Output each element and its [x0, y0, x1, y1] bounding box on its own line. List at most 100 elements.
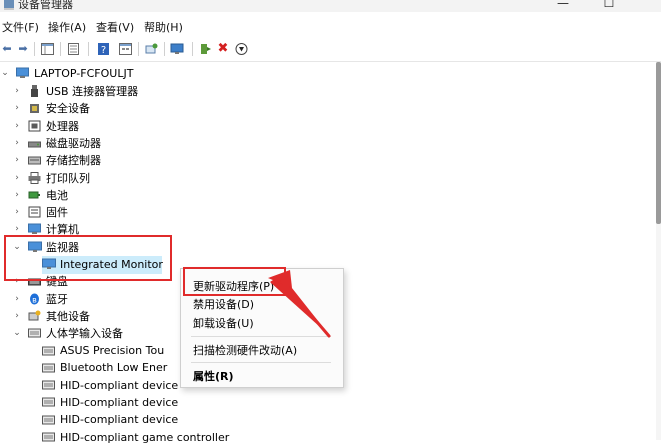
context-menu-separator: [191, 336, 331, 337]
hid-icon: [42, 362, 55, 374]
menu-bar: 文件(F) 操作(A) 查看(V) 帮助(H): [0, 15, 661, 37]
tree-root[interactable]: ⌄ LAPTOP-FCFOULJT: [0, 64, 133, 82]
chevron-down-icon[interactable]: ⌄: [0, 67, 10, 79]
computer-icon: [16, 67, 29, 79]
back-arrow-icon[interactable]: ⬅: [0, 42, 14, 56]
tree-child-item[interactable]: HID-compliant device: [42, 393, 178, 411]
menu-help[interactable]: 帮助(H): [144, 19, 183, 35]
tree-category-item[interactable]: › USB 连接器管理器: [12, 82, 138, 100]
menu-action[interactable]: 操作(A): [48, 19, 86, 35]
hid-icon: [42, 431, 55, 443]
context-menu-separator: [191, 362, 331, 363]
hid-icon: [42, 379, 55, 391]
properties-icon[interactable]: [66, 42, 80, 56]
window-title: 设备管理器: [18, 0, 73, 11]
tree-child-item[interactable]: Bluetooth Low Ener: [42, 359, 167, 377]
annotation-highlight-update-driver: [183, 267, 286, 296]
tree-item-label: USB 连接器管理器: [46, 85, 139, 98]
console-tree-icon[interactable]: [40, 42, 54, 56]
tree-item-label: 存储控制器: [46, 154, 101, 168]
hid-icon: [28, 327, 41, 339]
tree-category-item[interactable]: › ʙ 蓝牙: [12, 290, 68, 308]
scan-icon[interactable]: [144, 42, 158, 56]
menu-file[interactable]: 文件(F): [2, 19, 39, 35]
other-device-icon: [28, 310, 41, 322]
tree-item-label: 人体学输入设备: [46, 327, 123, 341]
bluetooth-icon: ʙ: [28, 293, 41, 305]
maximize-button[interactable]: ☐: [594, 0, 624, 10]
menu-view[interactable]: 查看(V): [96, 19, 134, 35]
tree-category-item[interactable]: › 其他设备: [12, 307, 90, 325]
tree-item-label: 蓝牙: [46, 292, 68, 306]
tree-item-label: Bluetooth Low Ener: [60, 361, 168, 375]
chevron-right-icon[interactable]: ›: [12, 310, 22, 322]
tree-item-label: 固件: [46, 206, 68, 220]
hid-icon: [42, 345, 55, 357]
tree-item-label: HID-compliant device: [60, 413, 179, 427]
chevron-right-icon[interactable]: ›: [12, 189, 22, 201]
battery-icon: [28, 189, 41, 201]
security-icon: [28, 102, 41, 114]
tree-child-item[interactable]: ASUS Precision Tou: [42, 342, 164, 360]
tree-item-label: ASUS Precision Tou: [60, 344, 165, 357]
tree-item-label: HID-compliant device: [60, 378, 179, 392]
tree-category-item[interactable]: ⌄ 人体学输入设备: [12, 324, 123, 342]
tree-item-label: 其他设备: [46, 309, 90, 323]
svg-text:?: ?: [100, 45, 105, 55]
tree-child-item[interactable]: HID-compliant game controller: [42, 428, 229, 446]
tree-item-label: 安全设备: [46, 102, 90, 116]
monitor-icon[interactable]: [170, 42, 184, 56]
tree-child-item[interactable]: HID-compliant device: [42, 376, 178, 394]
usb-icon: [28, 85, 41, 97]
tree-category-item[interactable]: › 固件: [12, 203, 68, 221]
tree-category-item[interactable]: › 安全设备: [12, 99, 90, 117]
chevron-right-icon[interactable]: ›: [12, 120, 22, 132]
tree-category-item[interactable]: › 打印队列: [12, 169, 90, 187]
tree-item-label: 电池: [46, 188, 68, 202]
tree-item-label: 打印队列: [46, 171, 90, 185]
toolbar: ⬅ ➡ ? ✖: [0, 37, 661, 62]
chevron-right-icon[interactable]: ›: [12, 172, 22, 184]
annotation-highlight-monitor: [4, 235, 172, 281]
chevron-right-icon[interactable]: ›: [12, 85, 22, 97]
tree-item-label: HID-compliant device: [60, 395, 179, 409]
tree-item-label: HID-compliant game controller: [60, 430, 230, 444]
uninstall-icon[interactable]: ✖: [216, 42, 230, 56]
device-manager-icon: [4, 0, 14, 10]
svg-text:ʙ: ʙ: [32, 295, 37, 304]
view-icon[interactable]: [118, 42, 132, 56]
chevron-right-icon[interactable]: ›: [12, 223, 22, 235]
chevron-down-icon[interactable]: ⌄: [12, 327, 22, 339]
processor-icon: [28, 120, 41, 132]
tree-category-item[interactable]: › 存储控制器: [12, 151, 101, 169]
hid-icon: [42, 414, 55, 426]
title-bar: 设备管理器 — ☐: [0, 0, 661, 12]
help-icon[interactable]: ?: [96, 42, 110, 56]
context-menu-uninstall-device[interactable]: 卸载设备(U): [193, 315, 254, 331]
tree-child-item[interactable]: HID-compliant device: [42, 411, 178, 429]
chevron-right-icon[interactable]: ›: [12, 206, 22, 218]
context-menu-properties[interactable]: 属性(R): [193, 368, 234, 384]
disk-icon: [28, 137, 41, 149]
hid-icon: [42, 396, 55, 408]
firmware-icon: [28, 206, 41, 218]
tree-item-label: 处理器: [46, 119, 79, 133]
storage-icon: [28, 154, 41, 166]
forward-arrow-icon[interactable]: ➡: [16, 42, 30, 56]
vertical-scrollbar-thumb[interactable]: [656, 62, 661, 224]
context-menu-disable-device[interactable]: 禁用设备(D): [193, 296, 254, 312]
update-driver-icon[interactable]: [198, 42, 212, 56]
chevron-right-icon[interactable]: ›: [12, 293, 22, 305]
tree-category-item[interactable]: › 磁盘驱动器: [12, 134, 101, 152]
chevron-right-icon[interactable]: ›: [12, 154, 22, 166]
computer-icon: [28, 223, 41, 235]
tree-root-label: LAPTOP-FCFOULJT: [34, 66, 134, 80]
disable-icon[interactable]: [234, 42, 248, 56]
tree-category-item[interactable]: › 电池: [12, 186, 68, 204]
chevron-right-icon[interactable]: ›: [12, 102, 22, 114]
context-menu-scan-hardware[interactable]: 扫描检测硬件改动(A): [193, 342, 297, 358]
chevron-right-icon[interactable]: ›: [12, 137, 22, 149]
printer-icon: [28, 171, 41, 184]
minimize-button[interactable]: —: [548, 0, 578, 10]
tree-category-item[interactable]: › 处理器: [12, 117, 79, 135]
